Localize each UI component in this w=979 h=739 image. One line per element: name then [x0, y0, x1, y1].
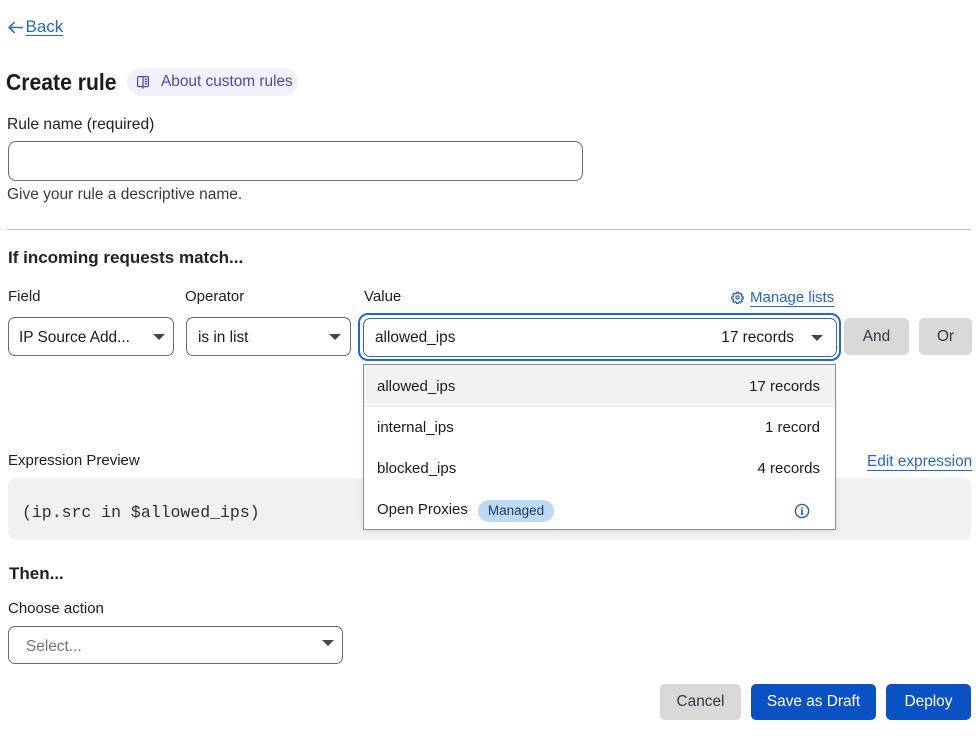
svg-text:i: i [800, 506, 804, 518]
